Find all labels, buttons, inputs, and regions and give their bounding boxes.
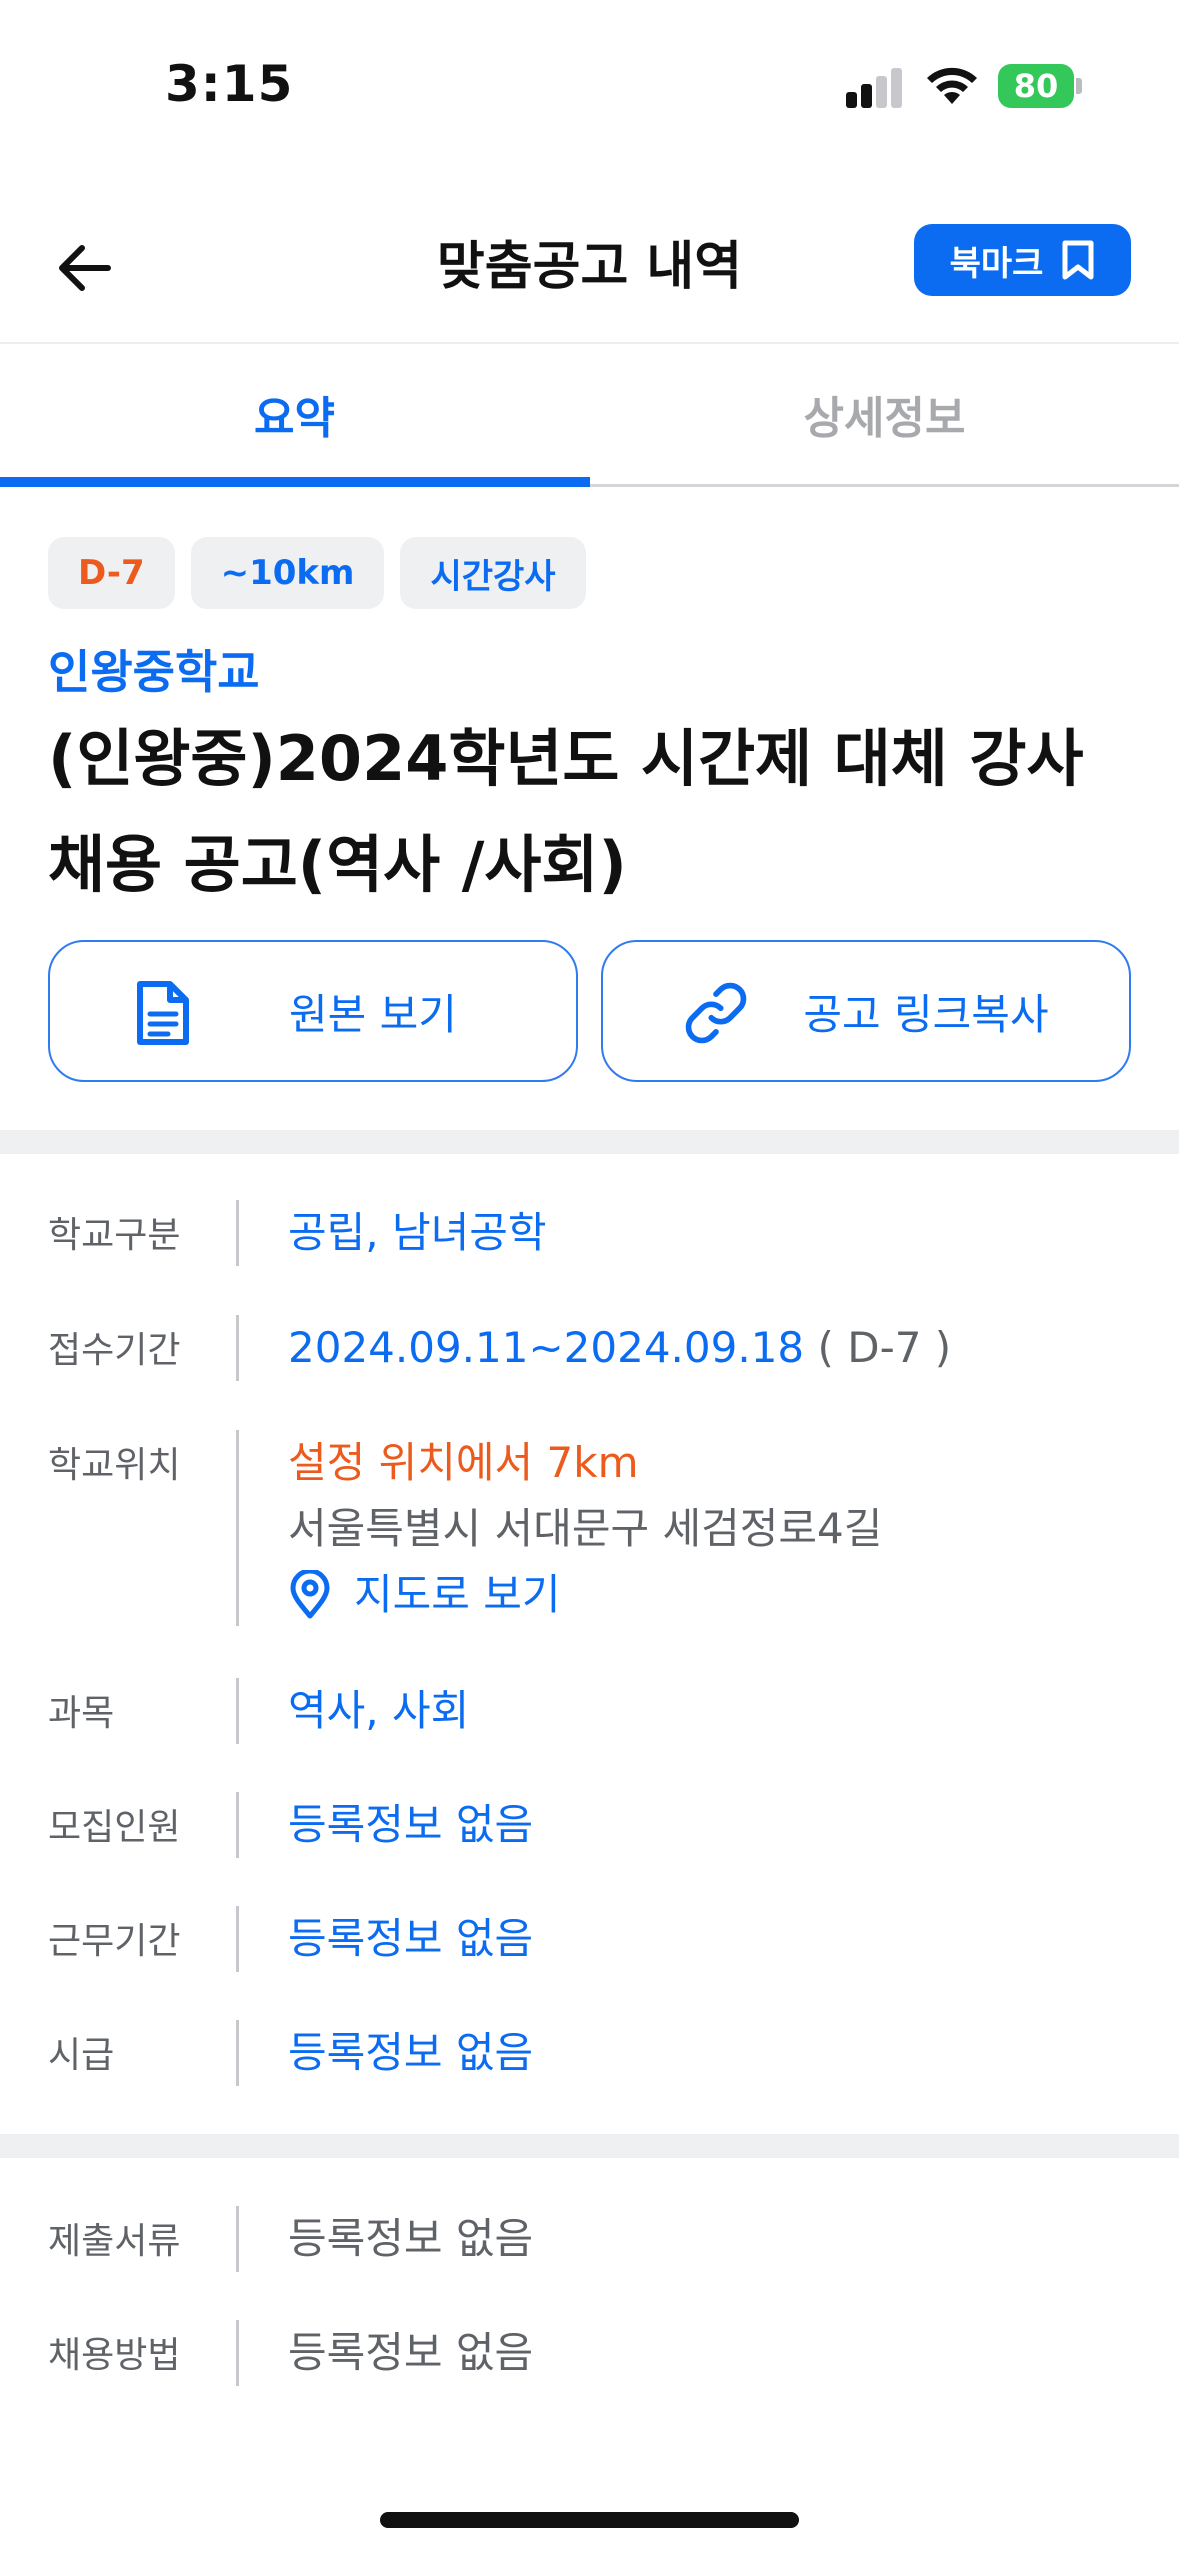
- bookmark-button[interactable]: 북마크: [914, 224, 1131, 296]
- info-row-school-type: 학교구분 공립, 남녀공학: [0, 1200, 1179, 1270]
- period-dday: ( D-7 ): [817, 1323, 952, 1372]
- copy-link-button[interactable]: 공고 링크복사: [601, 940, 1131, 1082]
- info-value: 등록정보 없음: [288, 2214, 534, 2263]
- view-map-label: 지도로 보기: [354, 1570, 561, 1619]
- section-divider: [0, 2134, 1179, 2158]
- info-label: 채용방법: [48, 2335, 181, 2376]
- view-original-button[interactable]: 원본 보기: [48, 940, 578, 1082]
- school-name: 인왕중학교: [48, 645, 260, 699]
- info-row-hourly-wage: 시급 등록정보 없음: [0, 2020, 1179, 2090]
- view-original-label: 원본 보기: [289, 989, 457, 1039]
- view-map-link[interactable]: 지도로 보기: [288, 1562, 882, 1628]
- nav-header: 맞춤공고 내역 북마크: [0, 200, 1179, 340]
- info-value: 등록정보 없음: [288, 1800, 534, 1849]
- info-value: 공립, 남녀공학: [288, 1208, 547, 1257]
- info-value: 등록정보 없음: [288, 2028, 534, 2077]
- map-pin-icon: [290, 1570, 330, 1619]
- post-title: (인왕중)2024학년도 시간제 대체 강사 채용 공고(역사 /사회): [48, 722, 1084, 901]
- info-row-subject: 과목 역사, 사회: [0, 1678, 1179, 1748]
- status-bar: 3:15 80: [0, 0, 1179, 160]
- wifi-icon: [924, 64, 980, 108]
- bookmark-icon: [1062, 240, 1094, 280]
- info-value: 설정 위치에서 7km 서울특별시 서대문구 세검정로4길 지도로 보기: [288, 1430, 882, 1628]
- battery-icon: 80: [998, 64, 1082, 108]
- period-dates: 2024.09.11~2024.09.18: [288, 1323, 805, 1372]
- copy-link-label: 공고 링크복사: [803, 989, 1049, 1039]
- info-row-period: 접수기간 2024.09.11~2024.09.18 ( D-7 ): [0, 1315, 1179, 1385]
- tab-summary[interactable]: 요약: [0, 344, 589, 484]
- info-value: 2024.09.11~2024.09.18 ( D-7 ): [288, 1315, 951, 1381]
- info-label: 제출서류: [48, 2221, 181, 2262]
- bookmark-label: 북마크: [949, 243, 1044, 284]
- tab-details[interactable]: 상세정보: [590, 344, 1179, 484]
- section-divider: [0, 1130, 1179, 1154]
- info-label: 학교구분: [48, 1215, 181, 1256]
- home-indicator[interactable]: [380, 2512, 799, 2528]
- info-value: 등록정보 없음: [288, 1914, 534, 1963]
- distance-badge: ~10km: [190, 537, 385, 609]
- info-label: 학교위치: [48, 1445, 181, 1486]
- info-label: 모집인원: [48, 1807, 181, 1848]
- tab-active-indicator: [0, 477, 590, 487]
- info-row-headcount: 모집인원 등록정보 없음: [0, 1792, 1179, 1862]
- location-address: 서울특별시 서대문구 세검정로4길: [288, 1504, 883, 1553]
- info-value: 역사, 사회: [288, 1686, 470, 1735]
- info-row-method: 채용방법 등록정보 없음: [0, 2320, 1179, 2390]
- location-distance: 설정 위치에서 7km: [288, 1438, 639, 1487]
- status-time: 3:15: [165, 55, 294, 113]
- info-label: 과목: [48, 1693, 115, 1734]
- battery-level: 80: [1013, 67, 1059, 105]
- dday-badge: D-7: [48, 537, 175, 609]
- cellular-signal-icon: [846, 68, 904, 108]
- badge-list: D-7 ~10km 시간강사: [48, 537, 586, 609]
- info-label: 근무기간: [48, 1921, 181, 1962]
- info-row-work-period: 근무기간 등록정보 없음: [0, 1906, 1179, 1976]
- info-label: 시급: [48, 2035, 115, 2076]
- bottom-safe-area: [0, 2450, 1179, 2556]
- info-row-documents: 제출서류 등록정보 없음: [0, 2206, 1179, 2276]
- job-type-badge: 시간강사: [400, 537, 586, 609]
- tab-bar: 요약 상세정보: [0, 344, 1179, 488]
- info-label: 접수기간: [48, 1330, 181, 1371]
- info-value: 등록정보 없음: [288, 2328, 534, 2377]
- info-row-location: 학교위치 설정 위치에서 7km 서울특별시 서대문구 세검정로4길 지도로 보…: [0, 1430, 1179, 1630]
